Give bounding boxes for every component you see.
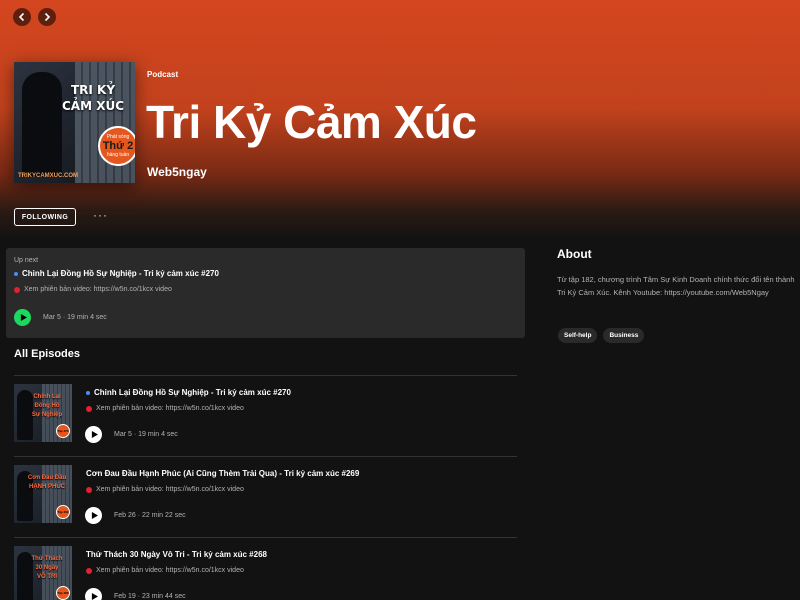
about-heading: About <box>557 247 592 261</box>
episode-row[interactable]: Cơn Đau Đầu HẠNH PHÚC Tập 269 Cơn Đau Đầ… <box>14 457 517 537</box>
episode-title[interactable]: Thử Thách 30 Ngày Vô Tri - Tri kỷ cảm xú… <box>86 550 267 559</box>
episode-meta: Feb 26 · 22 min 22 sec <box>114 512 186 519</box>
episode-title[interactable]: Chỉnh Lại Đồng Hồ Sự Nghiệp - Tri kỷ cảm… <box>94 388 291 397</box>
cover-badge-main: Thứ 2 <box>102 140 134 152</box>
category-tags: Self-help Business <box>558 328 645 343</box>
video-dot-icon <box>86 567 92 574</box>
episode-thumb-badge: Tập 269 <box>56 505 70 519</box>
up-next-desc-text: Xem phiên bản video: https://w5n.co/1kcx… <box>24 286 172 293</box>
video-dot-icon <box>86 486 92 493</box>
episode-description: Xem phiên bản video: https://w5n.co/1kcx… <box>86 486 244 493</box>
cover-badge-bottom: hàng tuần <box>106 152 130 158</box>
play-icon <box>91 431 98 438</box>
podcast-cover: TRI KỶ CẢM XÚC Phát sóng Thứ 2 hàng tuần… <box>14 62 135 183</box>
play-icon <box>91 512 98 519</box>
episode-meta: Mar 5 · 19 min 4 sec <box>114 431 178 438</box>
chevron-right-icon <box>44 12 51 22</box>
new-episode-dot-icon <box>14 271 18 276</box>
up-next-description: Xem phiên bản video: https://w5n.co/1kcx… <box>14 286 172 293</box>
about-text: Từ tập 182, chương trình Tâm Sự Kinh Doa… <box>557 275 795 297</box>
more-options-button[interactable]: ··· <box>93 208 108 222</box>
up-next-meta: Mar 5 · 19 min 4 sec <box>43 314 107 321</box>
episode-row[interactable]: Thử Thách 30 Ngày VÔ TRI Tập 268 Thử Thá… <box>14 538 517 600</box>
episode-play-button[interactable] <box>85 426 102 443</box>
following-button[interactable]: FOLLOWING <box>14 208 76 226</box>
episode-row[interactable]: Chỉnh Lại Đồng Hồ Sự Nghiệp Tập 270 Chỉn… <box>14 376 517 456</box>
episode-description: Xem phiên bản video: https://w5n.co/1kcx… <box>86 567 244 574</box>
up-next-title[interactable]: Chỉnh Lại Đồng Hồ Sự Nghiệp - Tri kỷ cảm… <box>22 269 219 278</box>
episode-thumb-text: Thử Thách 30 Ngày VÔ TRI <box>31 556 63 580</box>
back-button[interactable] <box>13 8 31 26</box>
episode-meta: Feb 19 · 23 min 44 sec <box>114 593 186 600</box>
episode-title-row: Cơn Đau Đầu Hạnh Phúc (Ai Cũng Thèm Trải… <box>86 469 359 478</box>
episode-thumbnail: Chỉnh Lại Đồng Hồ Sự Nghiệp Tập 270 <box>14 384 72 442</box>
episode-play-button[interactable] <box>85 507 102 524</box>
chevron-left-icon <box>18 12 25 22</box>
episode-thumb-text: Cơn Đau Đầu HẠNH PHÚC <box>27 475 67 490</box>
cover-title: TRI KỶ CẢM XÚC <box>61 83 124 113</box>
episode-play-button[interactable] <box>85 588 102 600</box>
cover-person <box>22 72 62 177</box>
up-next-title-row: Chỉnh Lại Đồng Hồ Sự Nghiệp - Tri kỷ cảm… <box>14 269 219 278</box>
episode-title-row: Thử Thách 30 Ngày Vô Tri - Tri kỷ cảm xú… <box>86 550 267 559</box>
episode-title[interactable]: Cơn Đau Đầu Hạnh Phúc (Ai Cũng Thèm Trải… <box>86 469 359 478</box>
episode-thumb-badge: Tập 270 <box>56 424 70 438</box>
episode-thumbnail: Cơn Đau Đầu HẠNH PHÚC Tập 269 <box>14 465 72 523</box>
video-dot-icon <box>86 405 92 412</box>
tag-business[interactable]: Business <box>603 328 645 343</box>
play-icon <box>20 314 27 321</box>
episode-desc-text: Xem phiên bản video: https://w5n.co/1kcx… <box>96 405 244 412</box>
page-title: Tri Kỷ Cảm Xúc <box>146 96 477 148</box>
episode-desc-text: Xem phiên bản video: https://w5n.co/1kcx… <box>96 567 244 574</box>
episode-thumb-text: Chỉnh Lại Đồng Hồ Sự Nghiệp <box>31 394 63 418</box>
all-episodes-heading: All Episodes <box>14 348 81 360</box>
cover-badge: Phát sóng Thứ 2 hàng tuần <box>98 126 135 166</box>
type-label: Podcast <box>147 70 179 79</box>
forward-button[interactable] <box>38 8 56 26</box>
up-next-card[interactable]: Up next Chỉnh Lại Đồng Hồ Sự Nghiệp - Tr… <box>6 248 525 338</box>
publisher-link[interactable]: Web5ngay <box>147 165 207 179</box>
play-icon <box>91 593 98 600</box>
episode-thumbnail: Thử Thách 30 Ngày VÔ TRI Tập 268 <box>14 546 72 600</box>
episode-title-row: Chỉnh Lại Đồng Hồ Sự Nghiệp - Tri kỷ cảm… <box>86 388 291 397</box>
episode-desc-text: Xem phiên bản video: https://w5n.co/1kcx… <box>96 486 244 493</box>
cover-url: TRIKYCAMXUC.COM <box>18 173 78 179</box>
cover-window <box>75 62 135 183</box>
tag-self-help[interactable]: Self-help <box>558 328 598 343</box>
episode-description: Xem phiên bản video: https://w5n.co/1kcx… <box>86 405 244 412</box>
new-episode-dot-icon <box>86 390 90 395</box>
episode-thumb-badge: Tập 268 <box>56 586 70 600</box>
up-next-label: Up next <box>14 257 39 264</box>
video-dot-icon <box>14 286 20 293</box>
up-next-play-button[interactable] <box>14 309 31 326</box>
